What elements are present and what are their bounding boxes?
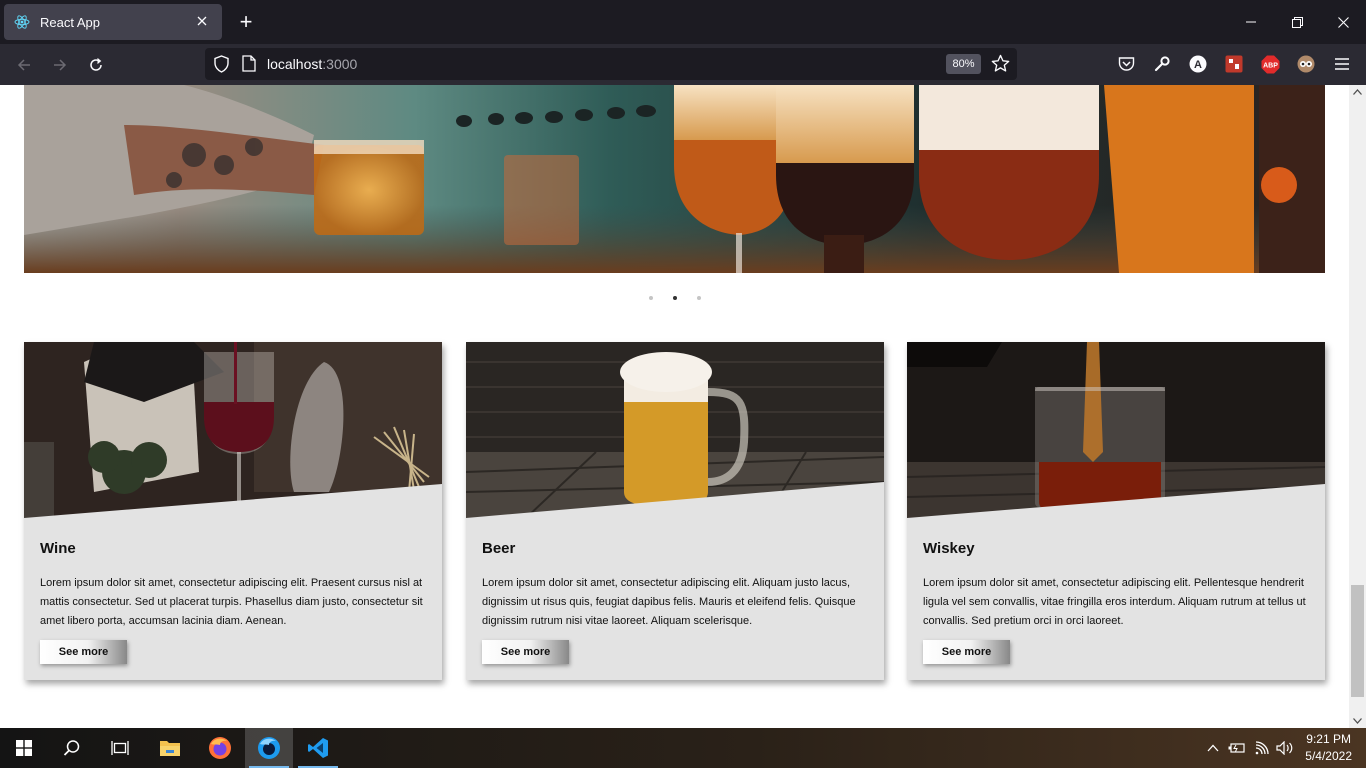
card-title: Beer bbox=[482, 540, 516, 557]
see-more-button[interactable]: See more bbox=[40, 640, 127, 664]
clock-time: 9:21 PM bbox=[1306, 732, 1351, 746]
volume-icon[interactable] bbox=[1275, 738, 1295, 758]
reload-icon[interactable] bbox=[82, 52, 110, 78]
drink-card-wine: Wine Lorem ipsum dolor sit amet, consect… bbox=[24, 342, 442, 680]
taskbar-clock[interactable]: 9:21 PM 5/4/2022 bbox=[1305, 731, 1352, 765]
abp-icon[interactable]: ABP bbox=[1260, 54, 1280, 74]
browser-tab[interactable]: React App bbox=[4, 4, 222, 40]
navigation-toolbar: localhost:3000 80% A ABP bbox=[0, 44, 1366, 85]
close-window-icon[interactable] bbox=[1320, 0, 1366, 44]
page-scrollbar[interactable] bbox=[1349, 85, 1366, 728]
owl-extension-icon[interactable] bbox=[1296, 54, 1316, 74]
clock-date: 5/4/2022 bbox=[1305, 749, 1352, 763]
page-icon bbox=[242, 55, 256, 77]
drink-card-wiskey: Wiskey Lorem ipsum dolor sit amet, conse… bbox=[907, 342, 1325, 680]
file-explorer-icon[interactable] bbox=[146, 728, 194, 768]
new-tab-button[interactable]: + bbox=[236, 11, 256, 33]
firefox-dev-icon[interactable] bbox=[245, 728, 293, 768]
svg-text:ABP: ABP bbox=[1263, 62, 1278, 69]
see-more-button[interactable]: See more bbox=[482, 640, 569, 664]
card-description: Lorem ipsum dolor sit amet, consectetur … bbox=[40, 577, 423, 627]
card-title: Wiskey bbox=[923, 540, 975, 557]
search-icon[interactable] bbox=[48, 728, 96, 768]
restore-icon[interactable] bbox=[1274, 0, 1320, 44]
wiskey-card-image bbox=[907, 342, 1325, 518]
windows-start-icon[interactable] bbox=[0, 728, 48, 768]
address-bar[interactable]: localhost:3000 80% bbox=[205, 48, 1017, 80]
scroll-down-icon[interactable] bbox=[1353, 718, 1362, 724]
react-icon bbox=[14, 14, 30, 30]
minimize-icon[interactable] bbox=[1228, 0, 1274, 44]
carousel-indicators bbox=[0, 287, 1349, 305]
card-title: Wine bbox=[40, 540, 76, 557]
wifi-icon[interactable] bbox=[1252, 738, 1272, 758]
battery-icon[interactable] bbox=[1227, 738, 1247, 758]
task-view-icon[interactable] bbox=[96, 728, 144, 768]
vscode-icon[interactable] bbox=[294, 728, 342, 768]
pocket-icon[interactable] bbox=[1116, 54, 1136, 74]
menu-icon[interactable] bbox=[1332, 54, 1352, 74]
star-icon[interactable] bbox=[991, 54, 1010, 78]
card-description: Lorem ipsum dolor sit amet, consectetur … bbox=[482, 577, 856, 627]
zoom-level-button[interactable]: 80% bbox=[946, 54, 981, 74]
svg-text:A: A bbox=[1194, 59, 1202, 71]
tab-bar: React App + bbox=[0, 0, 1366, 44]
carousel-dot-1[interactable] bbox=[648, 296, 653, 300]
wine-card-image bbox=[24, 342, 442, 518]
carousel-slide-image[interactable] bbox=[24, 85, 1325, 273]
wrench-icon[interactable] bbox=[1152, 54, 1172, 74]
back-icon[interactable] bbox=[10, 52, 38, 78]
carousel-dot-3[interactable] bbox=[696, 296, 701, 300]
ublock-icon[interactable] bbox=[1224, 54, 1244, 74]
beer-card-image bbox=[466, 342, 884, 518]
tab-title: React App bbox=[40, 14, 100, 30]
see-more-button[interactable]: See more bbox=[923, 640, 1010, 664]
shield-icon[interactable] bbox=[213, 55, 230, 78]
drink-card-beer: Beer Lorem ipsum dolor sit amet, consect… bbox=[466, 342, 884, 680]
scroll-thumb[interactable] bbox=[1351, 585, 1364, 697]
scroll-up-icon[interactable] bbox=[1353, 89, 1362, 95]
forward-icon[interactable] bbox=[46, 52, 74, 78]
firefox-icon[interactable] bbox=[196, 728, 244, 768]
windows-taskbar: 9:21 PM 5/4/2022 bbox=[0, 728, 1366, 768]
close-icon[interactable] bbox=[192, 13, 212, 31]
page-viewport: Wine Lorem ipsum dolor sit amet, consect… bbox=[0, 85, 1349, 728]
chevron-up-icon[interactable] bbox=[1203, 738, 1223, 758]
card-description: Lorem ipsum dolor sit amet, consectetur … bbox=[923, 577, 1306, 627]
carousel-dot-2[interactable] bbox=[672, 296, 677, 300]
a-extension-icon[interactable]: A bbox=[1188, 54, 1208, 74]
url-text[interactable]: localhost:3000 bbox=[267, 56, 357, 72]
